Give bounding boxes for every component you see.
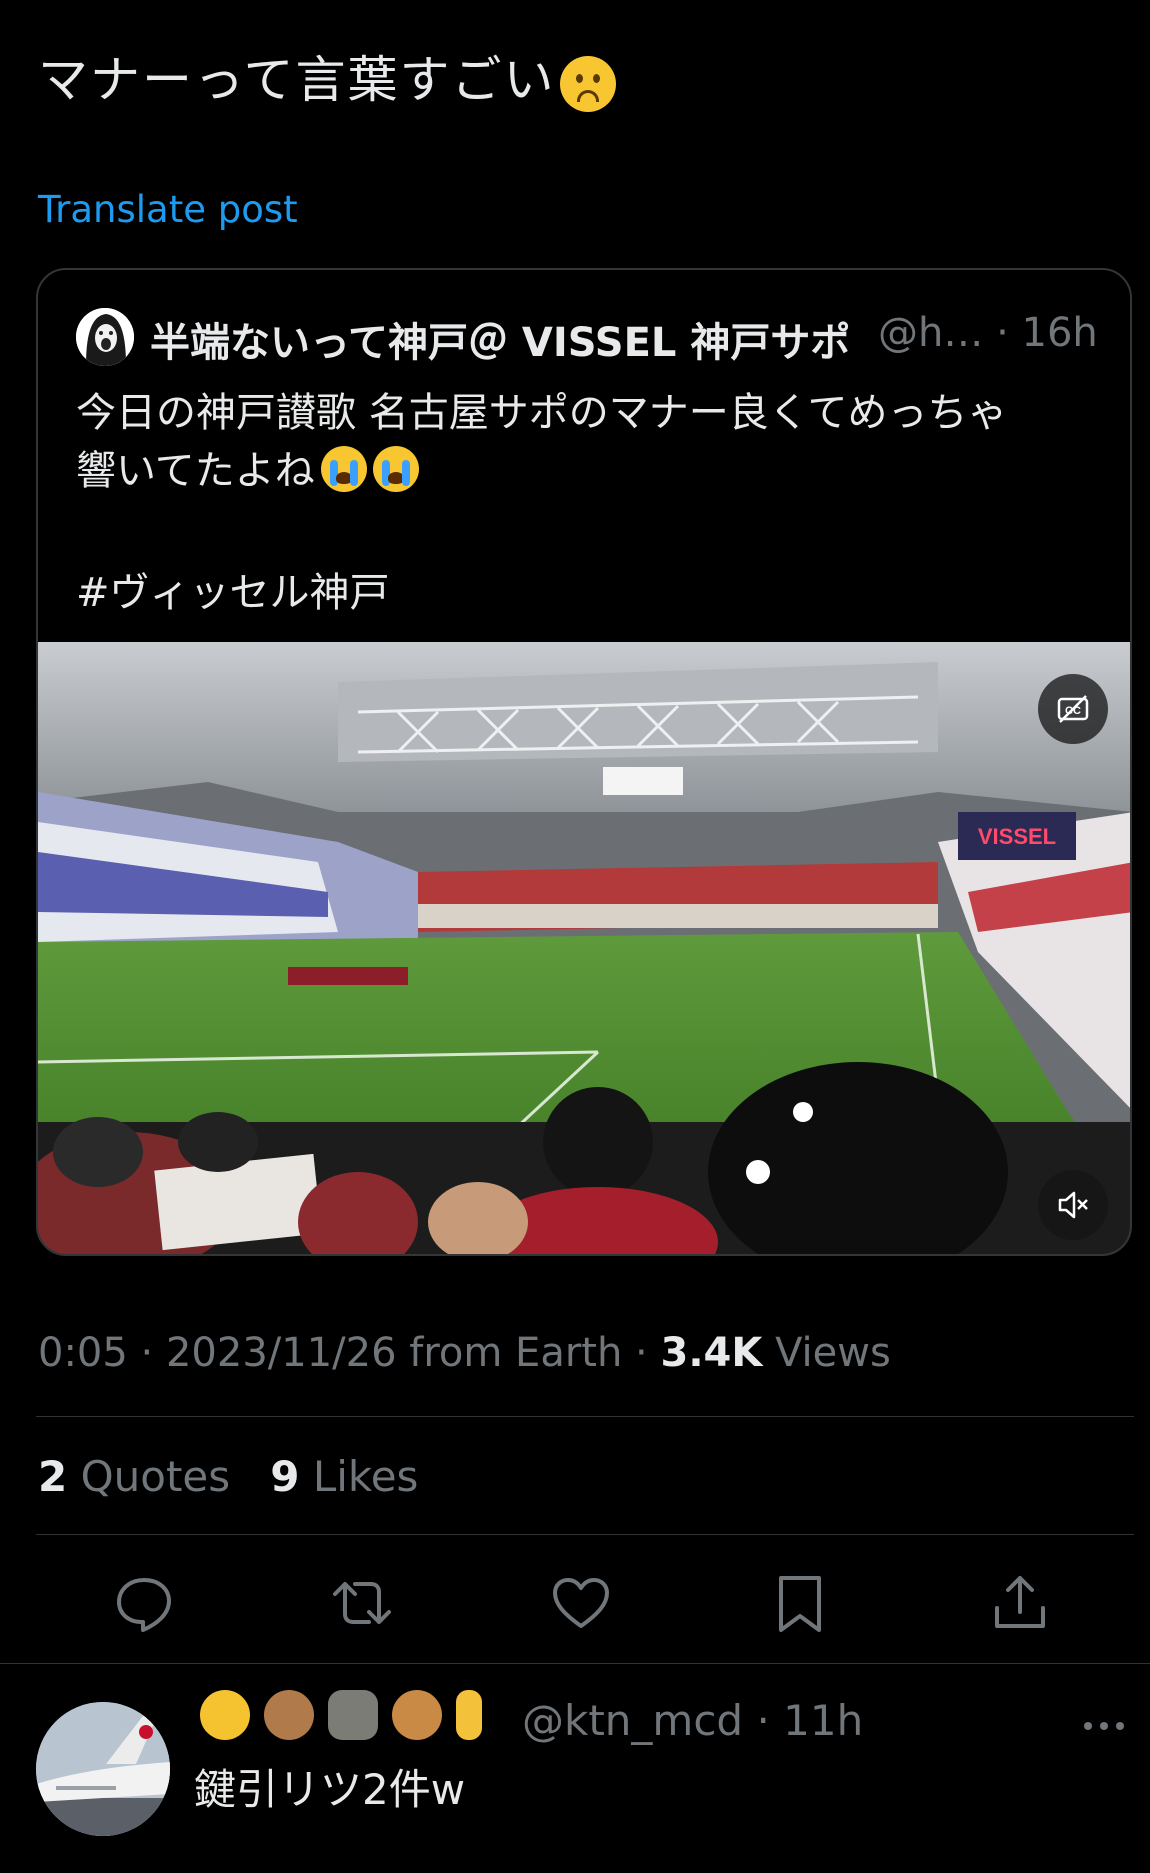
post-meta-line: 0:05 · 2023/11/26 from Earth · 3.4K View… [38,1330,891,1376]
divider [36,1534,1134,1535]
captions-off-icon: CC [1057,695,1089,723]
share-button[interactable] [980,1563,1060,1643]
like-icon [553,1578,609,1628]
middle-finger-emoji [456,1690,482,1740]
scoreboard-text: VISSEL [978,824,1056,849]
quotes-label: Quotes [80,1452,231,1501]
views-label: Views [775,1330,891,1376]
loudly-crying-face-emoji [320,446,367,492]
divider [0,1663,1150,1664]
reply-avatar[interactable] [36,1702,170,1836]
quotes-count: 2 [38,1452,68,1501]
loudly-crying-face-emoji [372,446,419,492]
quoted-time: · 16h [996,310,1098,356]
stadium-video-frame: VISSEL [38,642,1130,1254]
likes-count: 9 [270,1452,300,1501]
quoted-post-card[interactable]: 半端ないって神戸＠ VISSEL 神戸サポ @h… · 16h 今日の神戸讃歌 … [36,268,1132,1256]
quoted-video[interactable]: VISSEL CC [38,642,1130,1254]
repost-icon [333,1582,391,1624]
divider [36,1416,1134,1417]
post-time: 0:05 [38,1330,128,1376]
post-source: from Earth [409,1330,623,1376]
captions-toggle-button[interactable]: CC [1038,674,1108,744]
post-text-content: マナーって言葉すごい [38,51,556,109]
reply-more-button[interactable] [1082,1718,1126,1738]
quotes-stat[interactable]: 2 Quotes [38,1452,230,1501]
likes-stat[interactable]: 9 Likes [270,1452,418,1501]
quoted-text-line2-wrap: 響いてたよね [76,442,1106,500]
quoted-handle[interactable]: @h… [878,310,983,356]
translate-post-link[interactable]: Translate post [38,188,298,231]
reply-button[interactable] [104,1563,184,1643]
like-button[interactable] [541,1563,621,1643]
quoted-text-line1: 今日の神戸讃歌 名古屋サポのマナー良くてめっちゃ [76,390,1008,436]
likes-label: Likes [312,1452,419,1501]
quoted-display-name[interactable]: 半端ないって神戸＠ VISSEL 神戸サポ [150,310,850,368]
quoted-meta: @h… · 16h [878,310,1098,356]
engagement-stats: 2 Quotes 9 Likes [38,1452,418,1501]
repost-button[interactable] [322,1563,402,1643]
teddy-bear-emoji [392,1690,442,1740]
reply-time: · 11h [756,1696,864,1745]
reply-handle[interactable]: @ktn_mcd [522,1696,743,1745]
bookmark-button[interactable] [760,1563,840,1643]
quoted-text-line2: 響いてたよね [76,448,315,494]
reply-meta: @ktn_mcd · 11h [522,1696,863,1745]
mute-toggle-button[interactable] [1038,1170,1108,1240]
post-date: 2023/11/26 [165,1330,397,1376]
reply-icon [117,1578,171,1632]
reply-name-emojis[interactable] [200,1690,496,1750]
quoted-text: 今日の神戸讃歌 名古屋サポのマナー良くてめっちゃ 響いてたよね [76,384,1106,500]
reply-text: 鍵引リツ2件w [194,1765,466,1814]
more-dots-icon [1084,1722,1124,1730]
volume-muted-icon [1058,1191,1088,1219]
moai-emoji [328,1690,378,1740]
bookmark-icon [779,1576,821,1632]
quoted-hashtag[interactable]: #ヴィッセル神戸 [76,560,390,618]
frowning-face-emoji [559,55,616,112]
quoted-avatar[interactable] [76,308,134,366]
views-count: 3.4K [660,1330,763,1376]
post-text: マナーって言葉すごい [38,40,616,112]
action-bar [0,1563,1150,1643]
share-icon [995,1576,1045,1628]
cat-face-emoji [200,1690,250,1740]
see-no-evil-monkey-emoji [264,1690,314,1740]
